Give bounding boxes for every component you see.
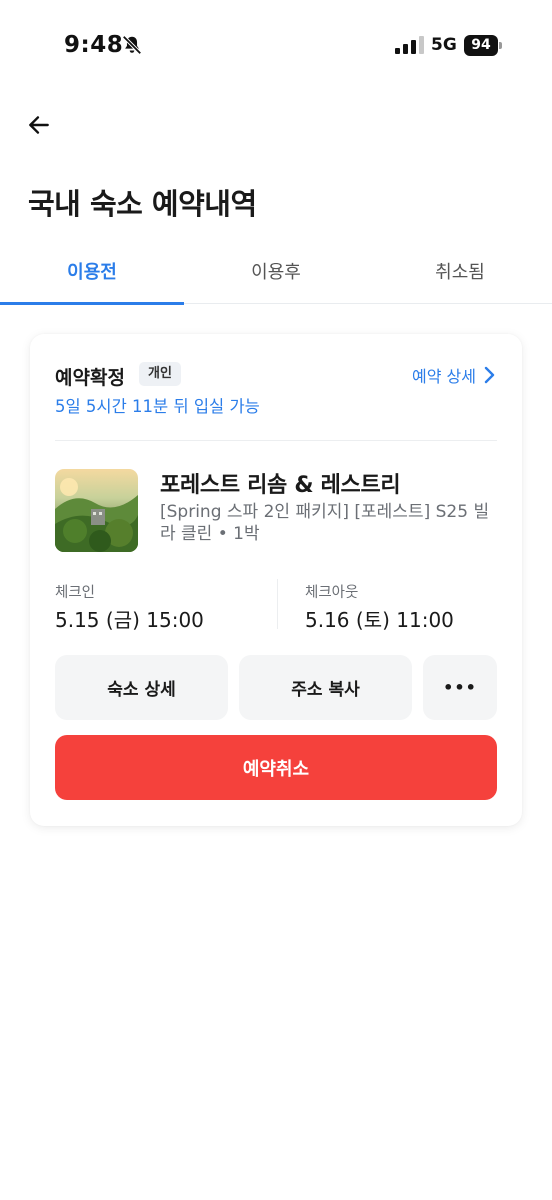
- copy-address-button[interactable]: 주소 복사: [239, 655, 412, 720]
- checkin-countdown: 5일 5시간 11분 뒤 입실 가능: [55, 397, 260, 416]
- booking-detail-link[interactable]: 예약 상세: [412, 363, 496, 387]
- arrow-left-icon: [29, 116, 49, 134]
- tab-bar: 이용전 이용후 취소됨: [0, 240, 552, 305]
- vertical-divider: [277, 579, 278, 629]
- booking-status: 예약확정: [55, 367, 125, 389]
- checkin-label: 체크인: [55, 585, 96, 601]
- divider: [55, 440, 497, 441]
- back-button[interactable]: [20, 106, 58, 144]
- battery-level: 94: [464, 35, 498, 56]
- chevron-right-icon: [484, 366, 495, 384]
- checkout-label: 체크아웃: [305, 585, 359, 601]
- status-bar: 9:48 5G 94: [0, 0, 552, 92]
- package-description: [Spring 스파 2인 패키지] [포레스트] S25 빌라 클린 • 1박: [160, 502, 490, 544]
- battery-tip: [499, 42, 502, 49]
- checkin-value: 5.15 (금) 15:00: [55, 608, 204, 632]
- active-tab-indicator: [0, 302, 184, 305]
- cancel-booking-button[interactable]: 예약취소: [55, 735, 497, 800]
- network-label: 5G: [431, 35, 457, 55]
- more-dots-icon: •••: [443, 678, 477, 697]
- battery-icon: 94: [464, 35, 502, 56]
- tab-cancelled[interactable]: 취소됨: [368, 258, 552, 284]
- tab-before-use[interactable]: 이용전: [0, 258, 184, 284]
- status-time: 9:48: [64, 32, 124, 58]
- bell-slash-icon: [122, 35, 142, 55]
- hotel-name[interactable]: 포레스트 리솜 & 레스트리: [160, 467, 401, 499]
- checkout-value: 5.16 (토) 11:00: [305, 608, 454, 632]
- signal-icon: [395, 36, 424, 54]
- booking-card: 예약확정 개인 예약 상세 5일 5시간 11분 뒤 입실 가능 포레스트 리솜…: [30, 334, 522, 826]
- booking-type-badge: 개인: [139, 362, 181, 386]
- page-title: 국내 숙소 예약내역: [28, 187, 257, 221]
- more-options-button[interactable]: •••: [423, 655, 497, 720]
- booking-detail-label: 예약 상세: [412, 367, 476, 386]
- tab-after-use[interactable]: 이용후: [184, 258, 368, 284]
- lodging-detail-button[interactable]: 숙소 상세: [55, 655, 228, 720]
- hotel-thumbnail[interactable]: [55, 469, 138, 552]
